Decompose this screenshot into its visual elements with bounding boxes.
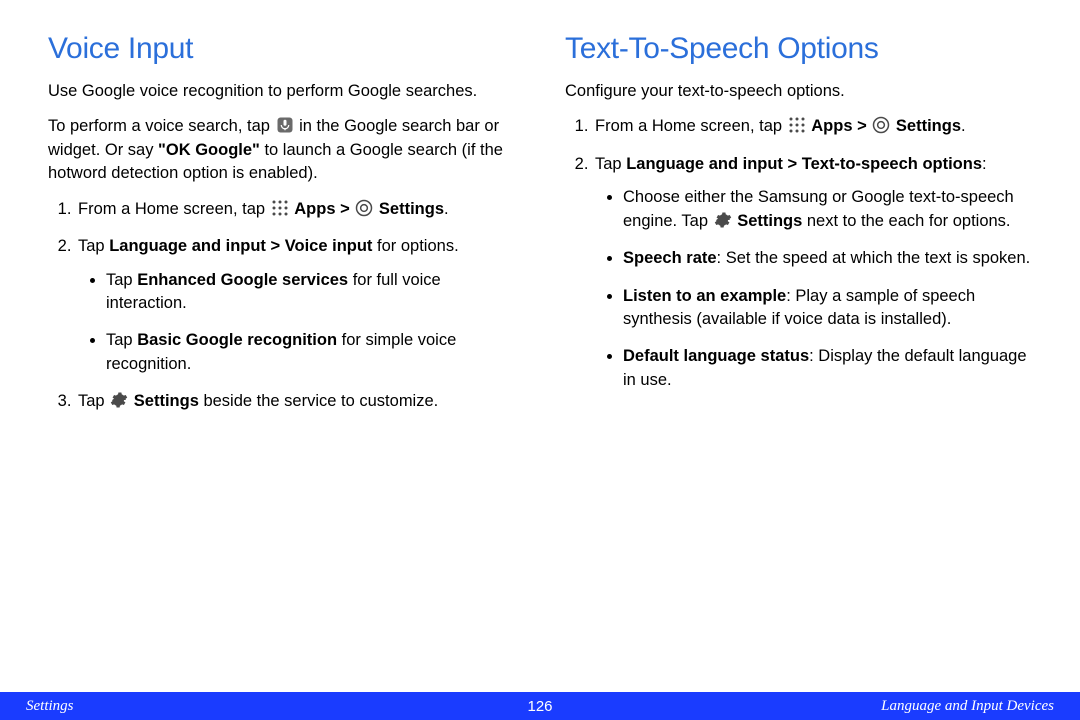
text-bold: Settings (134, 392, 199, 410)
paragraph: Configure your text-to-speech options. (565, 80, 1040, 103)
text-bold: Default language status (623, 347, 809, 365)
text-bold: Apps > (294, 200, 354, 218)
text-bold: Settings (379, 200, 444, 218)
paragraph: To perform a voice search, tap in the Go… (48, 115, 523, 185)
footer-right: Language and Input Devices (881, 698, 1054, 715)
text: Tap (78, 392, 109, 410)
text: : Set the speed at which the text is spo… (717, 249, 1031, 267)
content-columns: Voice Input Use Google voice recognition… (0, 0, 1080, 690)
text: From a Home screen, tap (78, 200, 270, 218)
text-bold: Listen to an example (623, 287, 786, 305)
text: beside the service to customize. (199, 392, 438, 410)
heading-tts-options: Text-To-Speech Options (565, 32, 1040, 66)
list-item: Tap Basic Google recognition for simple … (106, 329, 523, 376)
list-item: Choose either the Samsung or Google text… (623, 186, 1040, 233)
text-bold: Apps > (811, 117, 871, 135)
text-bold: "OK Google" (158, 141, 260, 159)
text-bold: Settings (737, 212, 802, 230)
bullet-list: Tap Enhanced Google services for full vo… (78, 269, 523, 377)
text: : (982, 155, 987, 173)
mic-icon (276, 116, 294, 134)
list-item: Speech rate: Set the speed at which the … (623, 247, 1040, 270)
text: To perform a voice search, tap (48, 117, 275, 135)
apps-grid-icon (271, 199, 289, 217)
list-item: Default language status: Display the def… (623, 345, 1040, 392)
text: Tap (595, 155, 626, 173)
apps-grid-icon (788, 116, 806, 134)
left-column: Voice Input Use Google voice recognition… (48, 32, 523, 690)
text: . (444, 200, 449, 218)
manual-page: Voice Input Use Google voice recognition… (0, 0, 1080, 720)
list-item: Tap Language and input > Voice input for… (76, 235, 523, 376)
heading-voice-input: Voice Input (48, 32, 523, 66)
text: . (961, 117, 966, 135)
gear-icon (110, 391, 128, 409)
text-bold: Enhanced Google services (137, 271, 348, 289)
list-item: Listen to an example: Play a sample of s… (623, 285, 1040, 332)
list-item: From a Home screen, tap Apps > Settings. (76, 198, 523, 221)
text: next to the each for options. (802, 212, 1010, 230)
text: for options. (372, 237, 458, 255)
text: Tap (106, 331, 137, 349)
text-bold: Language and input > Text-to-speech opti… (626, 155, 982, 173)
settings-circle-icon (872, 116, 890, 134)
text-bold: Basic Google recognition (137, 331, 337, 349)
text-bold: Settings (896, 117, 961, 135)
right-column: Text-To-Speech Options Configure your te… (565, 32, 1040, 690)
text: From a Home screen, tap (595, 117, 787, 135)
ordered-list: From a Home screen, tap Apps > Settings.… (48, 198, 523, 414)
list-item: Tap Enhanced Google services for full vo… (106, 269, 523, 316)
list-item: From a Home screen, tap Apps > Settings. (593, 115, 1040, 138)
paragraph: Use Google voice recognition to perform … (48, 80, 523, 103)
page-footer: Settings 126 Language and Input Devices (0, 692, 1080, 720)
text-bold: Speech rate (623, 249, 717, 267)
ordered-list: From a Home screen, tap Apps > Settings.… (565, 115, 1040, 392)
list-item: Tap Settings beside the service to custo… (76, 390, 523, 413)
text: Tap (106, 271, 137, 289)
bullet-list: Choose either the Samsung or Google text… (595, 186, 1040, 392)
settings-circle-icon (355, 199, 373, 217)
gear-icon (714, 211, 732, 229)
text-bold: Language and input > Voice input (109, 237, 372, 255)
footer-left: Settings (26, 698, 74, 715)
text: Tap (78, 237, 109, 255)
list-item: Tap Language and input > Text-to-speech … (593, 153, 1040, 392)
